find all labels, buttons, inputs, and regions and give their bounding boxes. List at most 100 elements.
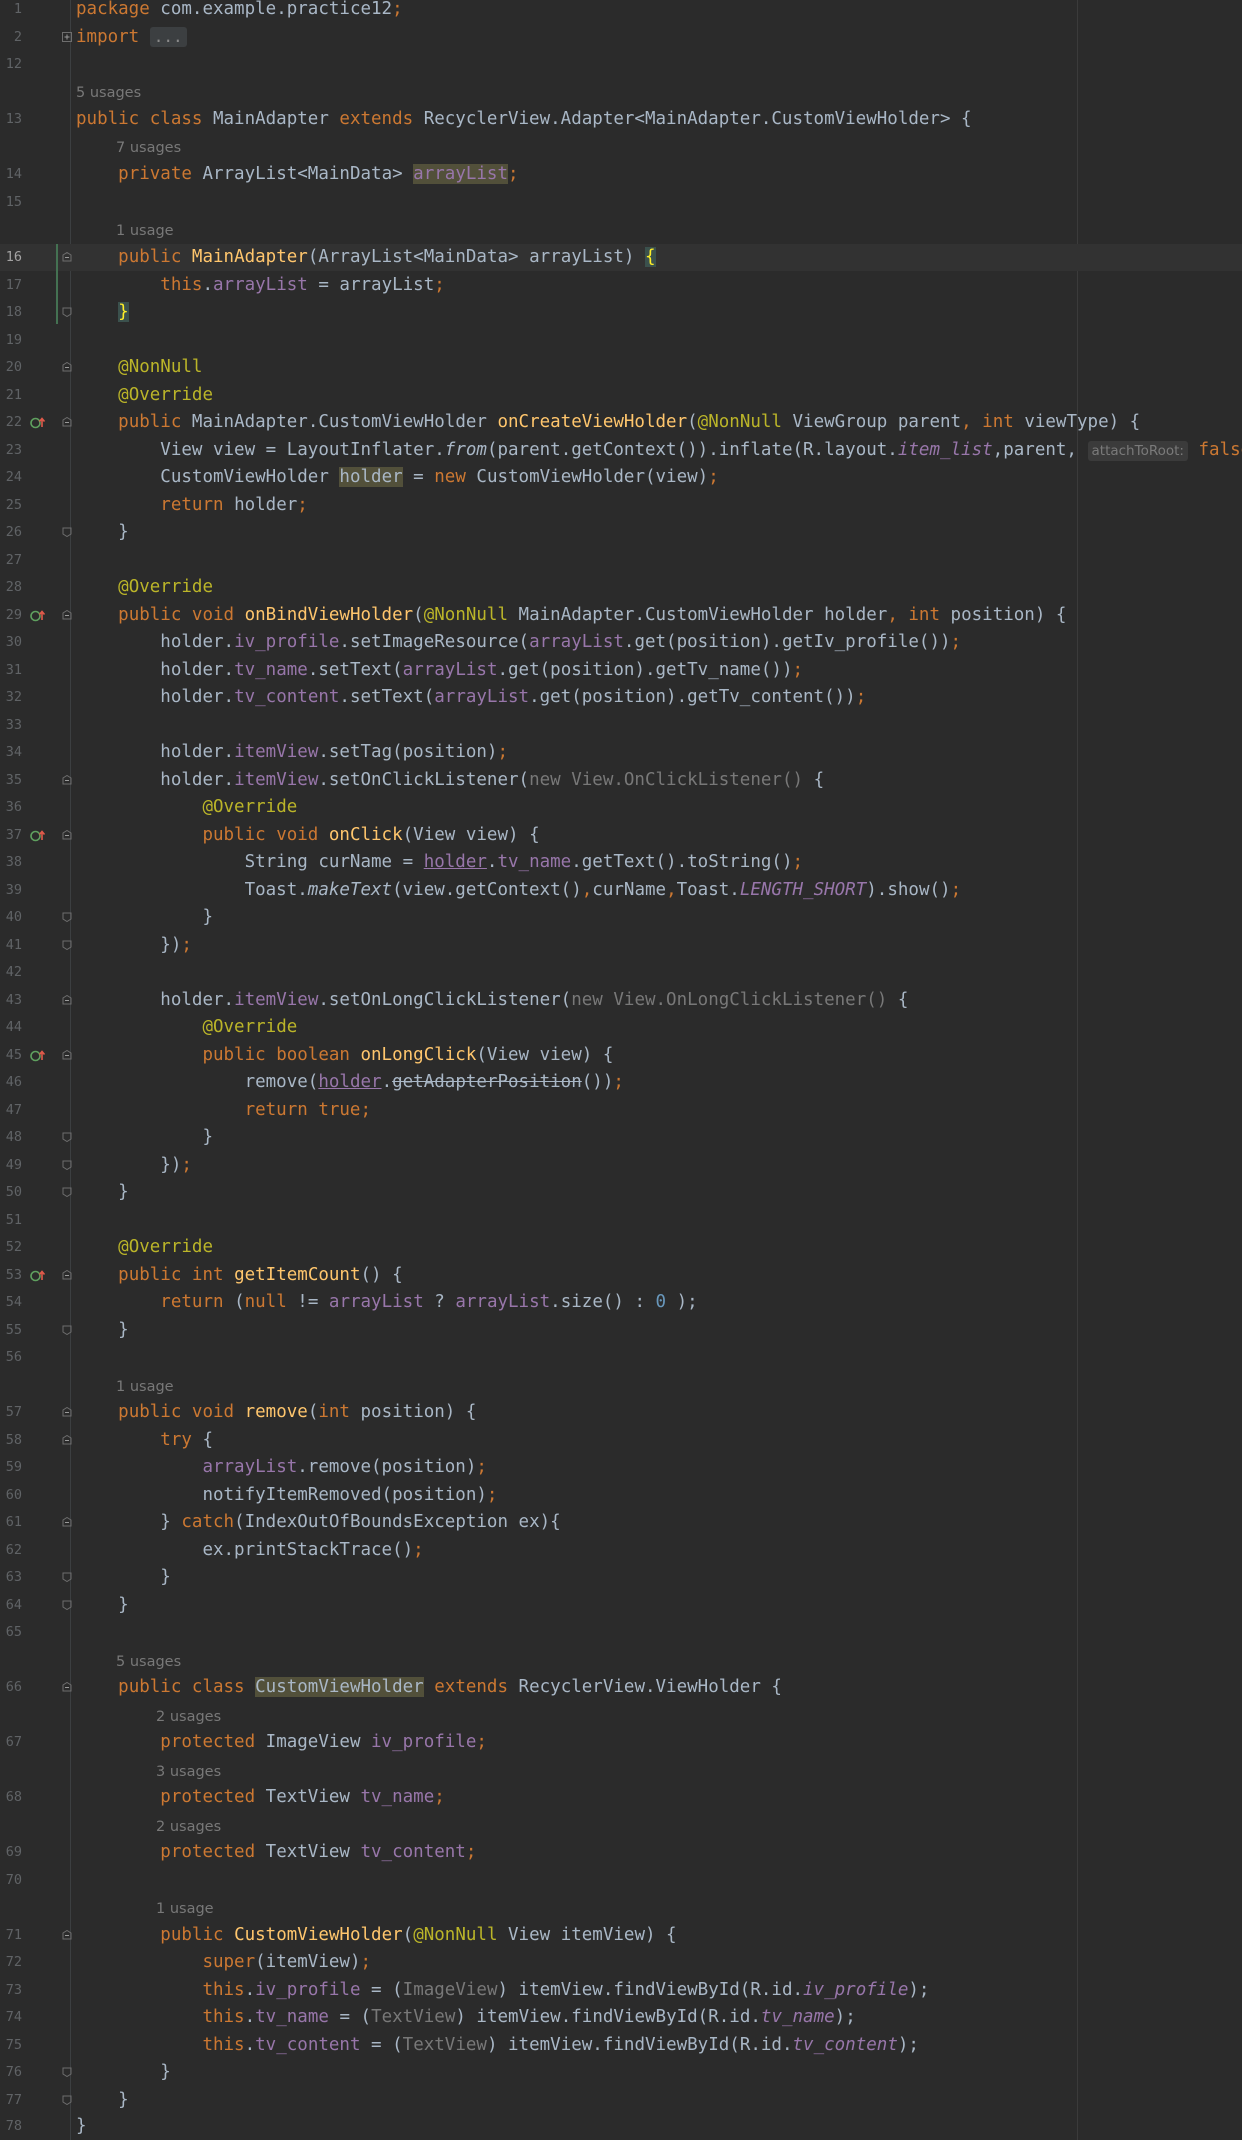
code-text[interactable]: } bbox=[76, 1564, 171, 1591]
fold-end-icon[interactable] bbox=[62, 307, 72, 317]
fold-minus-icon[interactable] bbox=[62, 1682, 72, 1692]
code-text[interactable]: }); bbox=[76, 932, 192, 959]
code-text[interactable]: @Override bbox=[76, 382, 213, 409]
code-text[interactable]: String curName = holder.tv_name.getText(… bbox=[76, 849, 803, 876]
usage-hint[interactable]: 1 usage bbox=[116, 218, 174, 245]
fold-end-icon[interactable] bbox=[62, 2067, 72, 2077]
fold-minus-icon[interactable] bbox=[62, 830, 72, 840]
code-text[interactable]: notifyItemRemoved(position); bbox=[76, 1482, 497, 1509]
fold-minus-icon[interactable] bbox=[62, 1050, 72, 1060]
usage-hint[interactable]: 5 usages bbox=[76, 80, 141, 107]
code-text[interactable]: this.iv_profile = (ImageView) itemView.f… bbox=[76, 1977, 929, 2004]
usage-hint[interactable]: 5 usages bbox=[116, 1649, 181, 1676]
code-text[interactable]: } bbox=[76, 1317, 129, 1344]
usage-hint[interactable]: 1 usage bbox=[116, 1374, 174, 1401]
usage-hint[interactable]: 2 usages bbox=[156, 1704, 221, 1731]
fold-end-icon[interactable] bbox=[62, 527, 72, 537]
code-text[interactable]: this.tv_content = (TextView) itemView.fi… bbox=[76, 2032, 919, 2059]
fold-plus-icon[interactable] bbox=[62, 32, 72, 42]
fold-end-icon[interactable] bbox=[62, 1325, 72, 1335]
fold-end-icon[interactable] bbox=[62, 1160, 72, 1170]
code-text[interactable]: public void onBindViewHolder(@NonNull Ma… bbox=[76, 602, 1066, 629]
code-text[interactable]: holder.tv_content.setText(arrayList.get(… bbox=[76, 684, 866, 711]
fold-minus-icon[interactable] bbox=[62, 252, 72, 262]
code-text[interactable]: } bbox=[76, 519, 129, 546]
override-method-icon[interactable] bbox=[30, 828, 46, 844]
fold-end-icon[interactable] bbox=[62, 912, 72, 922]
code-text[interactable]: ex.printStackTrace(); bbox=[76, 1537, 423, 1564]
fold-end-icon[interactable] bbox=[62, 940, 72, 950]
code-text[interactable]: holder.tv_name.setText(arrayList.get(pos… bbox=[76, 657, 803, 684]
code-text[interactable]: public CustomViewHolder(@NonNull View it… bbox=[76, 1922, 676, 1949]
fold-end-icon[interactable] bbox=[62, 1600, 72, 1610]
fold-minus-icon[interactable] bbox=[62, 1517, 72, 1527]
code-text[interactable]: protected TextView tv_content; bbox=[76, 1839, 476, 1866]
code-text[interactable]: }); bbox=[76, 1152, 192, 1179]
code-text[interactable]: } bbox=[76, 904, 213, 931]
code-text[interactable]: CustomViewHolder holder = new CustomView… bbox=[76, 464, 719, 491]
usage-hint[interactable]: 7 usages bbox=[116, 135, 181, 162]
code-text[interactable]: protected TextView tv_name; bbox=[76, 1784, 445, 1811]
usage-hint[interactable]: 1 usage bbox=[156, 1896, 214, 1923]
fold-minus-icon[interactable] bbox=[62, 1435, 72, 1445]
code-text[interactable]: } bbox=[76, 1592, 129, 1619]
code-text[interactable]: @Override bbox=[76, 794, 297, 821]
code-text[interactable]: public class MainAdapter extends Recycle… bbox=[76, 106, 972, 133]
code-text[interactable]: private ArrayList<MainData> arrayList; bbox=[76, 161, 519, 188]
code-text[interactable]: this.arrayList = arrayList; bbox=[76, 272, 445, 299]
code-text[interactable]: super(itemView); bbox=[76, 1949, 371, 1976]
fold-minus-icon[interactable] bbox=[62, 417, 72, 427]
usage-hint[interactable]: 3 usages bbox=[156, 1759, 221, 1786]
fold-end-icon[interactable] bbox=[62, 1187, 72, 1197]
code-text[interactable]: @Override bbox=[76, 1234, 213, 1261]
fold-end-icon[interactable] bbox=[62, 1572, 72, 1582]
code-text[interactable]: arrayList.remove(position); bbox=[76, 1454, 487, 1481]
code-text[interactable]: Toast.makeText(view.getContext(),curName… bbox=[76, 877, 962, 904]
code-text[interactable]: } catch(IndexOutOfBoundsException ex){ bbox=[76, 1509, 560, 1536]
code-text[interactable]: @NonNull bbox=[76, 354, 202, 381]
fold-minus-icon[interactable] bbox=[62, 362, 72, 372]
folded-imports[interactable]: ... bbox=[149, 27, 187, 47]
code-text[interactable]: } bbox=[76, 1124, 213, 1151]
code-text[interactable]: holder.itemView.setOnClickListener(new V… bbox=[76, 767, 824, 794]
code-text[interactable]: import ... bbox=[76, 24, 187, 51]
code-text[interactable]: holder.itemView.setTag(position); bbox=[76, 739, 508, 766]
code-text[interactable]: return (null != arrayList ? arrayList.si… bbox=[76, 1289, 697, 1316]
code-text[interactable]: protected ImageView iv_profile; bbox=[76, 1729, 487, 1756]
override-method-icon[interactable] bbox=[30, 608, 46, 624]
code-text[interactable]: try { bbox=[76, 1427, 213, 1454]
code-text[interactable]: public void remove(int position) { bbox=[76, 1399, 476, 1426]
code-text[interactable]: } bbox=[76, 1179, 129, 1206]
override-method-icon[interactable] bbox=[30, 415, 46, 431]
code-text[interactable]: package com.example.practice12; bbox=[76, 0, 403, 23]
code-text[interactable]: holder.iv_profile.setImageResource(array… bbox=[76, 629, 961, 656]
code-text[interactable]: return true; bbox=[76, 1097, 371, 1124]
code-text[interactable]: this.tv_name = (TextView) itemView.findV… bbox=[76, 2004, 855, 2031]
usage-hint[interactable]: 2 usages bbox=[156, 1814, 221, 1841]
override-method-icon[interactable] bbox=[30, 1048, 46, 1064]
fold-minus-icon[interactable] bbox=[62, 1930, 72, 1940]
code-text[interactable]: public boolean onLongClick(View view) { bbox=[76, 1042, 613, 1069]
override-method-icon[interactable] bbox=[30, 1268, 46, 1284]
fold-end-icon[interactable] bbox=[62, 2095, 72, 2105]
code-text[interactable]: return holder; bbox=[76, 492, 308, 519]
code-text[interactable]: public MainAdapter.CustomViewHolder onCr… bbox=[76, 409, 1140, 436]
code-text[interactable]: public class CustomViewHolder extends Re… bbox=[76, 1674, 782, 1701]
code-text[interactable]: } bbox=[76, 2087, 129, 2114]
fold-minus-icon[interactable] bbox=[62, 775, 72, 785]
code-text[interactable]: View view = LayoutInflater.from(parent.g… bbox=[76, 437, 1242, 464]
fold-minus-icon[interactable] bbox=[62, 1407, 72, 1417]
code-text[interactable]: } bbox=[76, 2113, 87, 2140]
code-text[interactable]: holder.itemView.setOnLongClickListener(n… bbox=[76, 987, 908, 1014]
code-text[interactable]: @Override bbox=[76, 1014, 297, 1041]
fold-end-icon[interactable] bbox=[62, 1132, 72, 1142]
code-text[interactable]: @Override bbox=[76, 574, 213, 601]
code-text[interactable]: public void onClick(View view) { bbox=[76, 822, 539, 849]
fold-minus-icon[interactable] bbox=[62, 610, 72, 620]
fold-minus-icon[interactable] bbox=[62, 995, 72, 1005]
code-text[interactable]: remove(holder.getAdapterPosition()); bbox=[76, 1069, 624, 1096]
code-text[interactable]: public int getItemCount() { bbox=[76, 1262, 403, 1289]
code-text[interactable]: } bbox=[76, 299, 129, 326]
code-text[interactable]: } bbox=[76, 2059, 171, 2086]
code-text[interactable]: public MainAdapter(ArrayList<MainData> a… bbox=[76, 244, 656, 271]
